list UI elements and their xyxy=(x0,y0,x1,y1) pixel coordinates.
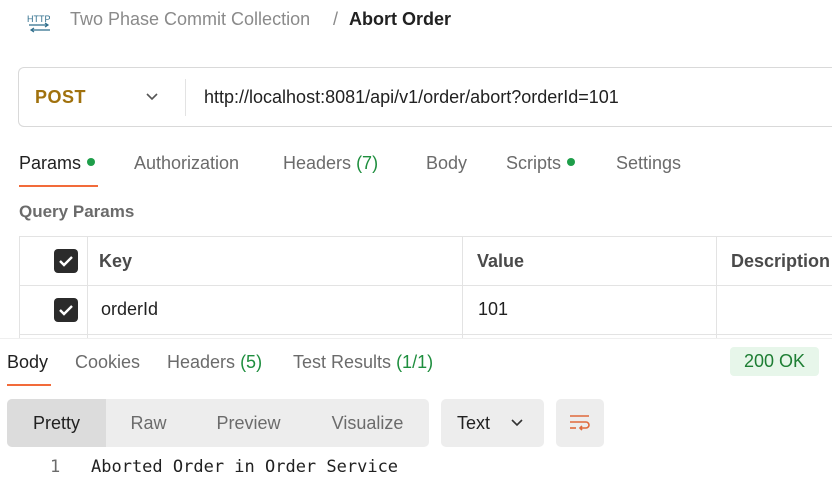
view-raw-button[interactable]: Raw xyxy=(106,399,191,447)
table-border xyxy=(87,236,88,338)
tab-label: Authorization xyxy=(134,153,240,173)
view-pretty-button[interactable]: Pretty xyxy=(7,399,106,447)
column-header-value: Value xyxy=(477,251,525,271)
tab-params[interactable]: Params xyxy=(19,153,96,174)
tab-label: Scripts xyxy=(506,153,562,173)
wrap-lines-button[interactable] xyxy=(556,399,604,447)
tab-label: Settings xyxy=(616,153,682,173)
active-tab-indicator xyxy=(7,384,51,386)
table-border xyxy=(19,334,832,335)
table-border xyxy=(462,236,463,338)
row-checkbox[interactable] xyxy=(54,298,78,322)
tab-count: (1/1) xyxy=(396,352,434,372)
request-title[interactable]: Abort Order xyxy=(349,9,451,30)
table-border xyxy=(716,236,717,338)
response-tab-cookies[interactable]: Cookies xyxy=(75,352,140,373)
tab-label: Headers xyxy=(167,352,236,372)
view-preview-button[interactable]: Preview xyxy=(191,399,306,447)
tab-scripts[interactable]: Scripts xyxy=(506,153,576,174)
breadcrumb-collection[interactable]: Two Phase Commit Collection xyxy=(70,9,310,30)
svg-text:HTTP: HTTP xyxy=(27,14,51,24)
active-dot-icon xyxy=(567,158,576,167)
response-tab-headers[interactable]: Headers (5) xyxy=(167,352,262,373)
response-tab-body[interactable]: Body xyxy=(7,352,48,373)
format-label: Text xyxy=(457,413,491,433)
column-header-description: Description xyxy=(731,251,831,271)
breadcrumb-separator: / xyxy=(333,9,339,29)
table-border xyxy=(19,236,832,237)
tab-label: Headers xyxy=(283,153,352,173)
url-input[interactable]: http://localhost:8081/api/v1/order/abort… xyxy=(204,87,619,108)
wrap-lines-icon xyxy=(570,415,590,431)
query-params-title: Query Params xyxy=(19,202,135,221)
param-value-cell[interactable]: 101 xyxy=(478,299,508,320)
line-number: 1 xyxy=(50,457,61,477)
chevron-down-icon[interactable] xyxy=(144,89,160,105)
select-all-checkbox[interactable] xyxy=(54,249,78,273)
tab-count: (5) xyxy=(240,352,263,372)
method-select[interactable]: POST xyxy=(35,87,86,108)
tab-settings[interactable]: Settings xyxy=(616,153,681,174)
tab-authorization[interactable]: Authorization xyxy=(134,153,239,174)
tab-label: Params xyxy=(19,153,82,173)
column-header-key: Key xyxy=(99,251,133,271)
response-tab-test-results[interactable]: Test Results (1/1) xyxy=(293,352,433,373)
chevron-down-icon[interactable] xyxy=(509,415,525,431)
table-border xyxy=(19,285,832,286)
tab-body[interactable]: Body xyxy=(426,153,467,174)
tab-count: (7) xyxy=(356,153,379,173)
tab-label: Body xyxy=(426,153,468,173)
status-badge[interactable]: 200 OK xyxy=(730,347,819,376)
http-icon: HTTP xyxy=(26,9,53,33)
response-divider xyxy=(0,338,832,339)
tab-label: Cookies xyxy=(75,352,141,372)
divider xyxy=(185,79,186,116)
response-body-line[interactable]: Aborted Order in Order Service xyxy=(91,457,398,477)
param-key-cell[interactable]: orderId xyxy=(101,299,158,320)
active-tab-indicator xyxy=(19,185,98,187)
tab-headers[interactable]: Headers (7) xyxy=(283,153,378,174)
tab-label: Body xyxy=(7,352,49,372)
tab-label: Test Results xyxy=(293,352,392,372)
view-visualize-button[interactable]: Visualize xyxy=(306,399,429,447)
table-border xyxy=(19,236,20,338)
active-dot-icon xyxy=(87,158,96,167)
